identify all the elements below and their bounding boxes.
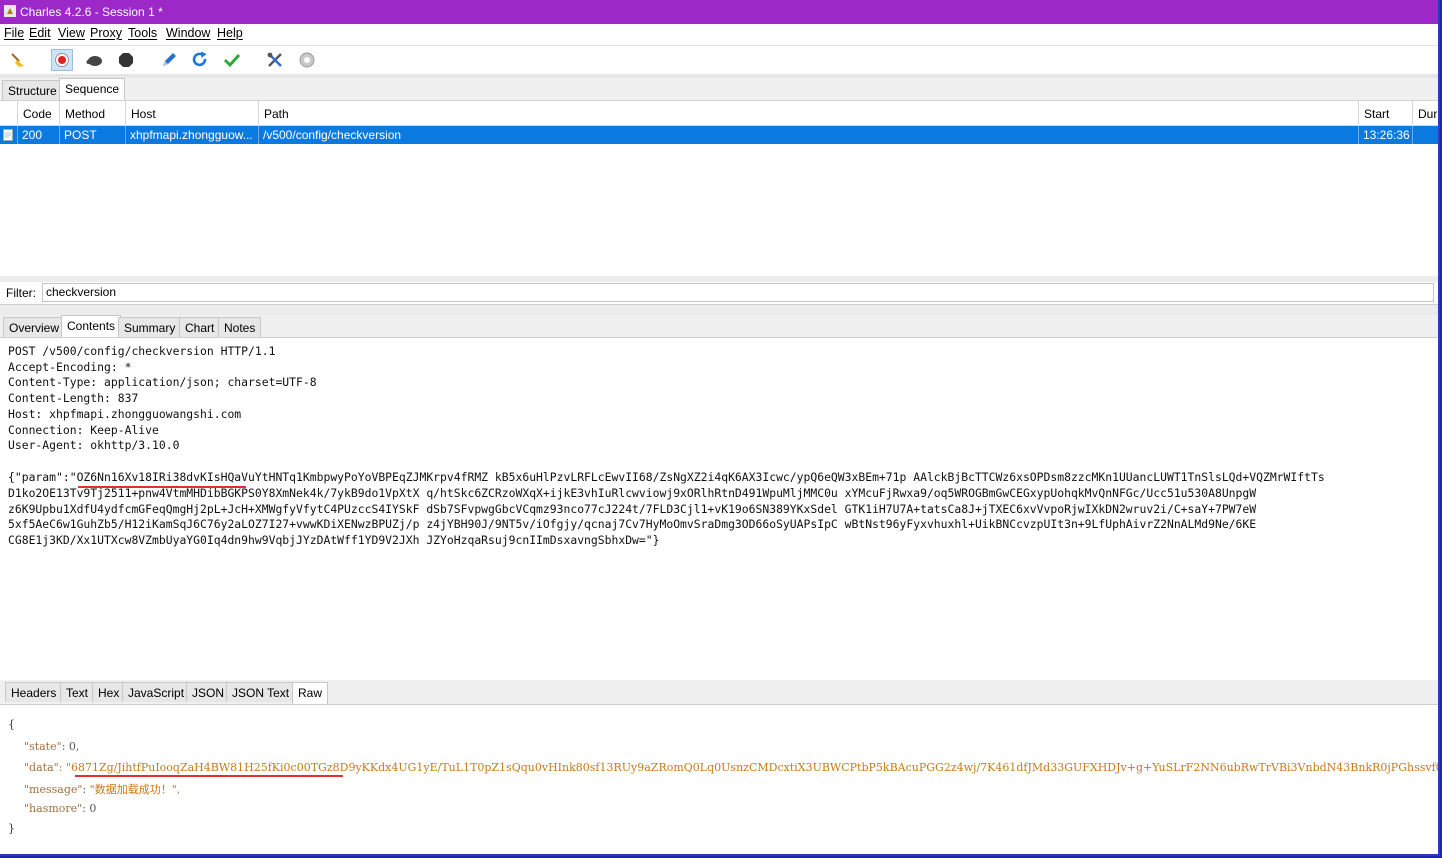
json-value-message: "数据加载成功！", [89,783,181,796]
column-start[interactable]: Start [1359,101,1413,125]
filter-label: Filter: [6,286,36,300]
sequence-table-header: Code Method Host Path Start Dur [0,101,1438,126]
json-brace-close: } [8,822,15,835]
json-line-message: "message": "数据加载成功！", [24,783,181,796]
table-row[interactable]: 200 POST xhpfmapi.zhongguow... /v500/con… [0,126,1438,144]
row-code: 200 [18,126,60,144]
sequence-list-area [0,144,1438,276]
title-bar: Charles 4.2.6 - Session 1 * [0,0,1438,24]
splitter[interactable] [0,305,1438,315]
row-host: xhpfmapi.zhongguow... [126,126,259,144]
tab-overview[interactable]: Overview [3,317,66,337]
toolbar [0,45,1438,75]
settings-gear-icon[interactable] [296,49,318,71]
column-path[interactable]: Path [259,101,1359,125]
response-json-view[interactable]: { "state": 0, "data": "6871Zg/JihtfPuIoo… [0,705,1438,854]
request-line: POST /v500/config/checkversion HTTP/1.1 [8,344,276,358]
menu-window[interactable]: Window [166,26,210,40]
json-brace-open: { [8,718,15,731]
tab-raw[interactable]: Raw [292,682,329,704]
json-key-state: "state" [24,740,62,753]
menu-bar: File Edit View Proxy Tools Window Help [0,24,1438,44]
red-underline-annotation [78,486,246,488]
row-duration [1413,126,1438,144]
red-underline-annotation [75,775,343,777]
request-line: Content-Length: 837 [8,391,139,405]
menu-file[interactable]: File [4,26,24,40]
filter-bar: Filter: checkversion [0,282,1438,305]
tab-structure[interactable]: Structure [2,80,63,100]
menu-edit[interactable]: Edit [29,26,51,40]
request-body-line: {"param":"OZ6Nn16Xv18IRi38dvKIsHQaVuYtHN… [8,470,1325,484]
request-line: Connection: Keep-Alive [8,423,159,437]
column-code[interactable]: Code [18,101,60,125]
request-line: User-Agent: okhttp/3.10.0 [8,438,180,452]
tab-contents[interactable]: Contents [61,315,122,337]
json-key-message: "message" [24,783,83,796]
request-body-line: CG8E1j3KD/Xx1UTXcw8VZmbUyaYG0Iq4dn9hw9Vq… [8,533,660,547]
request-body-line: 5xf5AeC6w1GuhZb5/H12iKamSqJ6C76y2aLOZ7I2… [8,517,1257,531]
json-line-state: "state": 0, [24,740,79,753]
json-key-data: "data" [24,761,59,774]
window-title: Charles 4.2.6 - Session 1 * [20,5,163,19]
column-method[interactable]: Method [60,101,126,125]
body-view-tabs: Headers Text Hex JavaScript JSON JSON Te… [0,680,1438,705]
charles-window: Charles 4.2.6 - Session 1 * File Edit Vi… [0,0,1440,856]
menu-view[interactable]: View [58,26,85,40]
menu-proxy[interactable]: Proxy [90,26,122,40]
repeat-refresh-icon[interactable] [189,49,211,71]
request-line: Host: xhpfmapi.zhongguowangshi.com [8,407,242,421]
breakpoint-hexagon-icon[interactable] [115,49,137,71]
json-value-hasmore: : 0 [82,802,97,815]
tab-summary[interactable]: Summary [118,317,182,337]
tab-json-text[interactable]: JSON Text [226,682,296,702]
tab-notes[interactable]: Notes [218,317,262,337]
detail-tabs: Overview Contents Summary Chart Notes [0,315,1438,338]
row-method: POST [60,126,126,144]
tab-hex[interactable]: Hex [92,682,126,702]
tab-json[interactable]: JSON [186,682,231,702]
document-icon [0,126,18,144]
tab-chart[interactable]: Chart [179,317,221,337]
tab-text[interactable]: Text [60,682,95,702]
json-value-state: : 0, [61,740,80,753]
compose-pen-icon[interactable] [158,49,180,71]
json-value-data: : "6871Zg/JihtfPuIooqZaH4BW81H25fKi0c00T… [58,761,1440,774]
request-body-line: z6K9Upbu1XdfU4ydfcmGFeqQmgHj2pL+JcH+XMWg… [8,502,1257,516]
validate-check-icon[interactable] [221,49,243,71]
menu-tools[interactable]: Tools [128,26,157,40]
request-body-line: D1ko2OE13Tv9Tj2511+pnw4VtmMHDibBGKPS0Y8X… [8,486,1257,500]
row-start: 13:26:36 [1359,126,1413,144]
record-icon[interactable] [51,49,73,71]
json-key-hasmore: "hasmore" [24,802,83,815]
tab-javascript[interactable]: JavaScript [122,682,191,702]
view-tabs: Structure Sequence [0,78,1438,101]
column-icon[interactable] [0,101,18,125]
tab-sequence[interactable]: Sequence [59,78,126,100]
menu-help[interactable]: Help [217,26,243,40]
column-duration[interactable]: Dur [1413,101,1438,125]
json-line-hasmore: "hasmore": 0 [24,802,96,815]
tab-headers[interactable]: Headers [5,682,63,702]
request-line: Accept-Encoding: * [8,360,132,374]
filter-input[interactable]: checkversion [42,283,1434,302]
request-line: Content-Type: application/json; charset=… [8,375,317,389]
column-host[interactable]: Host [126,101,259,125]
throttle-turtle-icon[interactable] [84,49,106,71]
broom-icon[interactable] [7,49,29,71]
charles-app-icon [4,5,16,17]
tools-icon[interactable] [264,49,286,71]
request-raw-view[interactable]: POST /v500/config/checkversion HTTP/1.1 … [0,338,1438,678]
json-line-data: "data": "6871Zg/JihtfPuIooqZaH4BW81H25fK… [24,761,1440,774]
row-path: /v500/config/checkversion [259,126,1359,144]
